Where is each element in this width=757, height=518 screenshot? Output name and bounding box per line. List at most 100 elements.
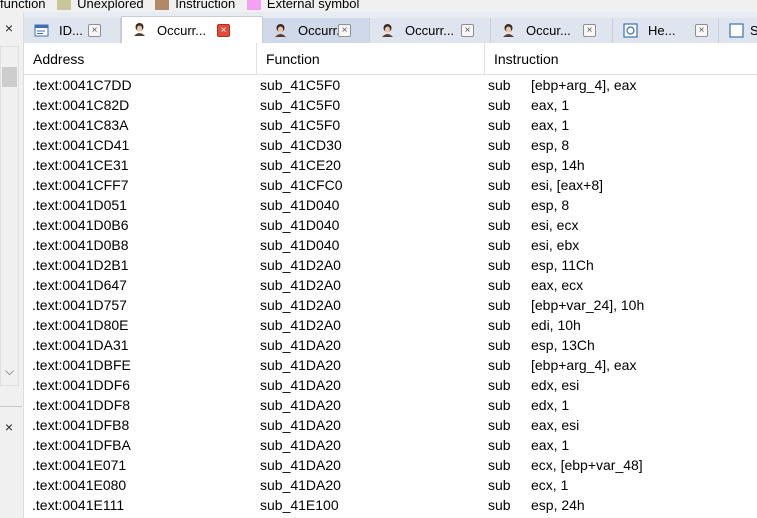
table-row[interactable]: .text:0041CFF7 sub_41CFC0 sub esi, [eax+8] bbox=[24, 175, 757, 195]
tab-hex-view[interactable]: He... × bbox=[613, 18, 719, 43]
operands-cell: edi, 10h bbox=[531, 317, 581, 333]
chevron-down-icon[interactable]: ⌵ bbox=[1, 364, 18, 379]
operands-cell: eax, 1 bbox=[531, 97, 570, 113]
table-row[interactable]: .text:0041C82D sub_41C5F0 sub eax, 1 bbox=[24, 95, 757, 115]
left-dock-panel: × ⌵ × bbox=[0, 12, 24, 518]
table-row[interactable]: .text:0041D051 sub_41D040 sub esp, 8 bbox=[24, 195, 757, 215]
operands-cell: esi, ebx bbox=[531, 237, 580, 253]
operands-cell: esp, 11Ch bbox=[531, 257, 594, 273]
mnemonic-cell: sub bbox=[488, 377, 511, 393]
scrollbar-thumb[interactable] bbox=[2, 67, 17, 87]
ida-view-icon bbox=[34, 24, 49, 37]
function-cell: sub_41E100 bbox=[260, 497, 339, 513]
address-cell: .text:0041E071 bbox=[32, 457, 127, 473]
tab-close-icon[interactable]: × bbox=[338, 24, 351, 37]
occurrences-icon bbox=[134, 23, 145, 36]
function-cell: sub_41DA20 bbox=[260, 437, 341, 453]
address-cell: .text:0041D0B6 bbox=[32, 217, 129, 233]
occurrences-icon bbox=[382, 24, 393, 37]
table-row[interactable]: .text:0041D757 sub_41D2A0 sub [ebp+var_24],… bbox=[24, 295, 757, 315]
operands-cell: edx, esi bbox=[531, 377, 580, 393]
function-cell: sub_41DA20 bbox=[260, 477, 341, 493]
table-row[interactable]: .text:0041E111 sub_41E100 sub esp, 24h bbox=[24, 495, 757, 515]
mnemonic-cell: sub bbox=[488, 417, 511, 433]
tab-occurrences-2[interactable]: Occurr... × bbox=[263, 18, 370, 43]
address-cell: .text:0041DDF8 bbox=[32, 397, 131, 413]
tab-label: He... bbox=[648, 23, 676, 38]
table-row[interactable]: .text:0041CD41 sub_41CD30 sub esp, 8 bbox=[24, 135, 757, 155]
table-row[interactable]: .text:0041DFB8 sub_41DA20 sub eax, esi bbox=[24, 415, 757, 435]
mnemonic-cell: sub bbox=[488, 497, 511, 513]
tab-close-icon[interactable]: × bbox=[217, 24, 230, 37]
mnemonic-cell: sub bbox=[488, 217, 511, 233]
tab-label: Occurr... bbox=[405, 23, 455, 38]
table-row[interactable]: .text:0041E080 sub_41DA20 sub ecx, 1 bbox=[24, 475, 757, 495]
legend-swatch bbox=[155, 0, 170, 10]
table-row[interactable]: .text:0041D0B6 sub_41D040 sub esi, ecx bbox=[24, 215, 757, 235]
panel-close-icon[interactable]: × bbox=[0, 19, 18, 37]
tab-occurrences-active[interactable]: Occurr... × bbox=[121, 16, 263, 43]
table-row[interactable]: .text:0041C7DD sub_41C5F0 sub [ebp+arg_4], … bbox=[24, 75, 757, 95]
table-row[interactable]: .text:0041DFBA sub_41DA20 sub eax, 1 bbox=[24, 435, 757, 455]
function-cell: sub_41D2A0 bbox=[260, 257, 341, 273]
panel-scrollbar[interactable]: ⌵ bbox=[0, 46, 19, 386]
address-cell: .text:0041D757 bbox=[32, 297, 127, 313]
tab-ida-view[interactable]: ID... × bbox=[24, 18, 121, 43]
tab-label: Occur... bbox=[526, 23, 571, 38]
function-cell: sub_41DA20 bbox=[260, 337, 341, 353]
column-header-instruction[interactable]: Instruction bbox=[485, 43, 757, 75]
tab-close-icon[interactable]: × bbox=[461, 24, 474, 37]
address-cell: .text:0041DFBA bbox=[32, 437, 131, 453]
table-row[interactable]: .text:0041DA31 sub_41DA20 sub esp, 13Ch bbox=[24, 335, 757, 355]
table-row[interactable]: .text:0041E071 sub_41DA20 sub ecx, [ebp+var… bbox=[24, 455, 757, 475]
mnemonic-cell: sub bbox=[488, 97, 511, 113]
address-cell: .text:0041D0B8 bbox=[32, 237, 129, 253]
table-row[interactable]: .text:0041CE31 sub_41CE20 sub esp, 14h bbox=[24, 155, 757, 175]
operands-cell: esi, ecx bbox=[531, 217, 579, 233]
address-cell: .text:0041E080 bbox=[32, 477, 127, 493]
tab-occurrences-3[interactable]: Occurr... × bbox=[370, 18, 491, 43]
address-cell: .text:0041C7DD bbox=[32, 77, 132, 93]
mnemonic-cell: sub bbox=[488, 357, 511, 373]
table-row[interactable]: .text:0041DDF8 sub_41DA20 sub edx, 1 bbox=[24, 395, 757, 415]
operands-cell: eax, esi bbox=[531, 417, 580, 433]
operands-cell: eax, ecx bbox=[531, 277, 584, 293]
operands-cell: eax, 1 bbox=[531, 117, 570, 133]
function-cell: sub_41DA20 bbox=[260, 397, 341, 413]
operands-cell: esp, 8 bbox=[531, 137, 570, 153]
tab-structures[interactable]: S bbox=[719, 18, 757, 43]
tab-close-icon[interactable]: × bbox=[88, 24, 101, 37]
legend-item-external-symbol: External symbol bbox=[246, 0, 359, 12]
function-cell: sub_41D040 bbox=[260, 217, 340, 233]
mnemonic-cell: sub bbox=[488, 77, 511, 93]
tab-close-icon[interactable]: × bbox=[695, 24, 708, 37]
panel-close-icon[interactable]: × bbox=[0, 418, 18, 436]
table-row[interactable]: .text:0041DBFE sub_41DA20 sub [ebp+arg_4], … bbox=[24, 355, 757, 375]
column-header-address[interactable]: Address bbox=[24, 43, 257, 75]
table-row[interactable]: .text:0041C83A sub_41C5F0 sub eax, 1 bbox=[24, 115, 757, 135]
operands-cell: ecx, [ebp+var_48] bbox=[531, 457, 643, 473]
table-row[interactable]: .text:0041D0B8 sub_41D040 sub esi, ebx bbox=[24, 235, 757, 255]
table-row[interactable]: .text:0041D2B1 sub_41D2A0 sub esp, 11Ch bbox=[24, 255, 757, 275]
mnemonic-cell: sub bbox=[488, 197, 511, 213]
mnemonic-cell: sub bbox=[488, 477, 511, 493]
table-row[interactable]: .text:0041D647 sub_41D2A0 sub eax, ecx bbox=[24, 275, 757, 295]
column-header-function[interactable]: Function bbox=[257, 43, 485, 75]
address-cell: .text:0041CFF7 bbox=[32, 177, 129, 193]
legend-item-instruction: Instruction bbox=[155, 0, 235, 12]
tab-label: Occurr... bbox=[157, 23, 207, 38]
tab-close-icon[interactable]: × bbox=[583, 24, 596, 37]
operands-cell: [ebp+arg_4], eax bbox=[531, 77, 637, 93]
operands-cell: esp, 13Ch bbox=[531, 337, 595, 353]
legend-item-function: function bbox=[0, 0, 46, 12]
table-row[interactable]: .text:0041DDF6 sub_41DA20 sub edx, esi bbox=[24, 375, 757, 395]
tab-occurrences-4[interactable]: Occur... × bbox=[491, 18, 613, 43]
panel-divider bbox=[0, 406, 22, 407]
mnemonic-cell: sub bbox=[488, 397, 511, 413]
table-row[interactable]: .text:0041D80E sub_41D2A0 sub edi, 10h bbox=[24, 315, 757, 335]
address-cell: .text:0041D647 bbox=[32, 277, 127, 293]
mnemonic-cell: sub bbox=[488, 257, 511, 273]
mnemonic-cell: sub bbox=[488, 177, 511, 193]
mnemonic-cell: sub bbox=[488, 337, 511, 353]
mnemonic-cell: sub bbox=[488, 277, 511, 293]
